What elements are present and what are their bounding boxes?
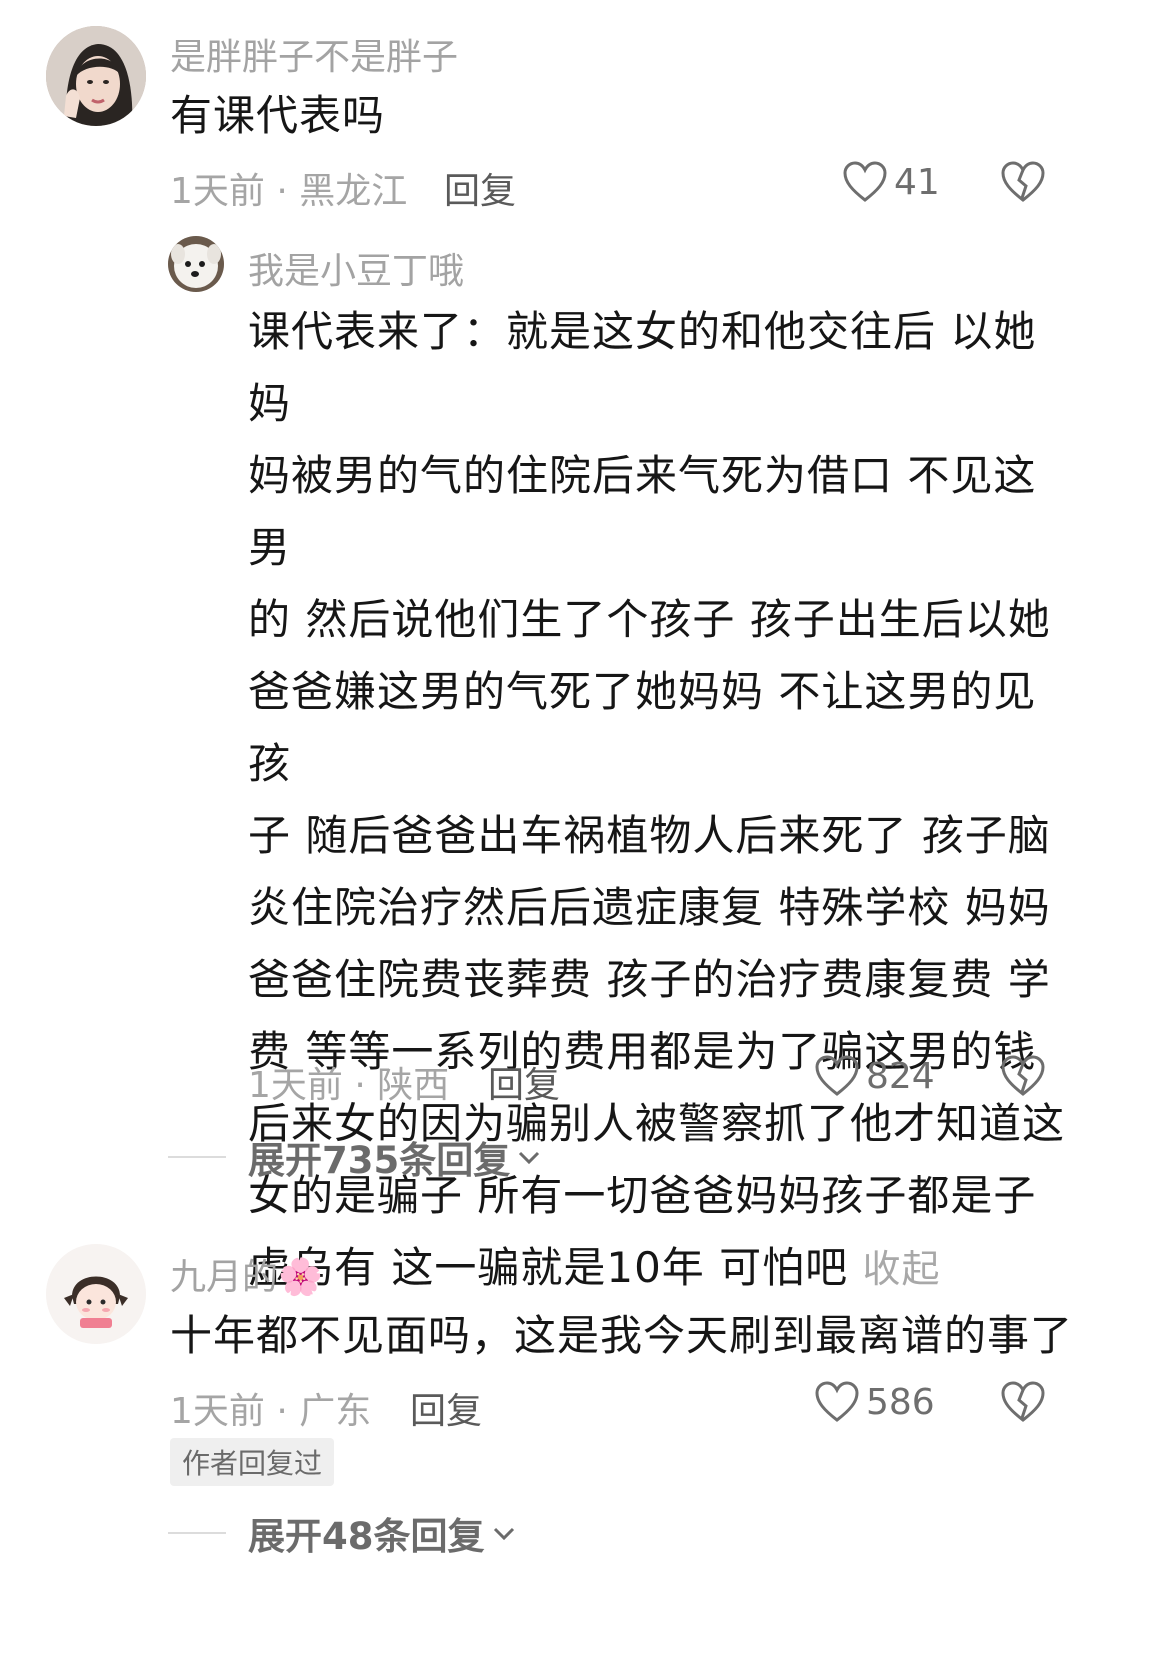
like-count: 586 <box>866 1381 935 1423</box>
username[interactable]: 我是小豆丁哦 <box>248 242 464 294</box>
reply-button[interactable]: 回复 <box>488 1056 560 1108</box>
username[interactable]: 九月的🌸 <box>170 1248 323 1300</box>
reply-line: 妈被男的气的住院后来气死为借口 不见这男 <box>248 451 1037 572</box>
dislike-button[interactable] <box>1000 1380 1046 1428</box>
heart-icon <box>843 161 887 202</box>
reply-line: 爸爸嫌这男的气死了她妈妈 不让这男的见孩 <box>248 667 1037 788</box>
chevron-down-icon <box>519 1151 540 1165</box>
expand-replies-label: 展开48条回复 <box>248 1515 485 1558</box>
divider <box>168 1156 226 1158</box>
broken-heart-icon <box>1001 1381 1045 1422</box>
reply-line: 子 随后爸爸出车祸植物人后来死了 孩子脑 <box>248 811 1051 860</box>
expand-replies[interactable]: 展开735条回复 <box>168 1130 542 1184</box>
chevron-down-icon <box>493 1527 514 1541</box>
time: 1天前 <box>248 1065 343 1106</box>
avatar[interactable] <box>168 236 224 292</box>
reply-line: 虚乌有 这一骗就是10年 可怕吧 <box>248 1243 849 1292</box>
comment-meta: 1天前 · 广东 <box>170 1382 371 1434</box>
avatar-cartoon-icon <box>46 1244 146 1344</box>
collapse-link[interactable]: 收起 <box>863 1247 941 1291</box>
comment-text: 有课代表吗 <box>170 91 386 140</box>
reply-button[interactable]: 回复 <box>444 162 516 214</box>
comment-meta: 1天前 · 黑龙江 <box>170 162 407 214</box>
time: 1天前 <box>170 171 265 212</box>
reply-line: 爸爸住院费丧葬费 孩子的治疗费康复费 学 <box>248 955 1051 1004</box>
like-count: 824 <box>866 1055 935 1097</box>
reply-line-last: 虚乌有 这一骗就是10年 可怕吧 收起 <box>248 1232 1068 1305</box>
heart-icon <box>815 1055 859 1096</box>
broken-heart-icon <box>1001 161 1045 202</box>
reply-meta: 1天前 · 陕西 <box>248 1056 449 1108</box>
author-replied-badge: 作者回复过 <box>170 1438 335 1486</box>
like-button[interactable]: 586 <box>814 1380 935 1424</box>
reply-button[interactable]: 回复 <box>410 1382 482 1434</box>
separator: · <box>354 1065 366 1106</box>
username[interactable]: 是胖胖子不是胖子 <box>170 28 458 80</box>
time: 1天前 <box>170 1391 265 1432</box>
expand-replies-label: 展开735条回复 <box>248 1139 511 1182</box>
dislike-button[interactable] <box>1000 160 1046 208</box>
reply-line: 的 然后说他们生了个孩子 孩子出生后以她 <box>248 595 1051 644</box>
broken-heart-icon <box>1001 1055 1045 1096</box>
avatar-girl-icon <box>46 26 146 126</box>
location: 陕西 <box>377 1065 450 1106</box>
avatar[interactable] <box>46 1244 146 1344</box>
reply-line: 炎住院治疗然后后遗症康复 特殊学校 妈妈 <box>248 883 1051 932</box>
like-count: 41 <box>894 161 940 203</box>
expand-replies[interactable]: 展开48条回复 <box>168 1506 517 1560</box>
reply-line: 课代表来了：就是这女的和他交往后 以她妈 <box>248 307 1037 428</box>
avatar[interactable] <box>46 26 146 126</box>
divider <box>168 1532 226 1534</box>
comment-text: 十年都不见面吗，这是我今天刷到最离谱的事了 <box>170 1311 1074 1360</box>
like-button[interactable]: 41 <box>842 160 940 204</box>
location: 广东 <box>299 1391 372 1432</box>
dislike-button[interactable] <box>1000 1054 1046 1102</box>
like-button[interactable]: 824 <box>814 1054 935 1098</box>
separator: · <box>276 171 288 212</box>
avatar-dog-icon <box>168 236 224 292</box>
heart-icon <box>815 1381 859 1422</box>
location: 黑龙江 <box>299 171 408 212</box>
separator: · <box>276 1391 288 1432</box>
